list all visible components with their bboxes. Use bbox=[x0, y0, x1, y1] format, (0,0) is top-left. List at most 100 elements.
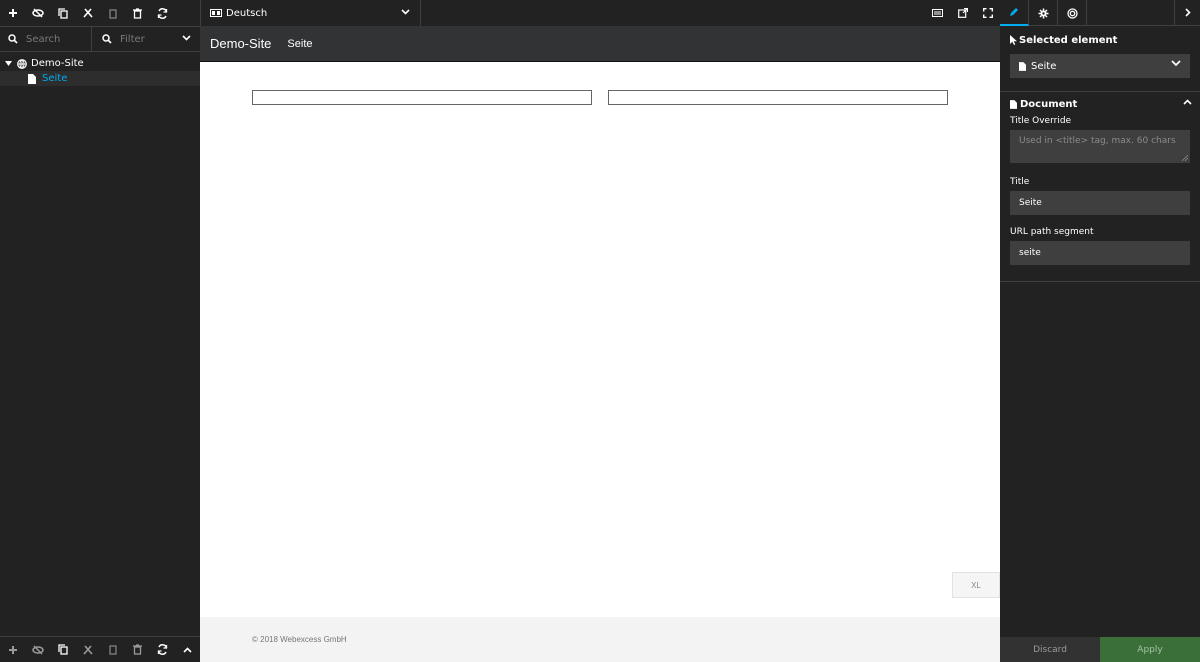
open-in-new-window-button[interactable] bbox=[950, 0, 975, 26]
copy-icon bbox=[57, 644, 68, 655]
search-input[interactable]: Search bbox=[0, 27, 92, 51]
copy-content-button[interactable] bbox=[50, 637, 75, 662]
topbar-actions bbox=[925, 0, 1000, 26]
clipboard-icon bbox=[108, 644, 117, 655]
tree-node-label: Seite bbox=[42, 73, 68, 84]
selected-element-section: Selected element Seite bbox=[1000, 28, 1200, 78]
cut-node-button[interactable] bbox=[75, 0, 100, 26]
edit-preview-mode-button[interactable] bbox=[925, 0, 950, 26]
scissors-icon bbox=[82, 8, 93, 18]
fullscreen-button[interactable] bbox=[975, 0, 1000, 26]
footer-copyright: © 2018 Webexcess GmbH bbox=[252, 635, 347, 644]
language-icon bbox=[210, 9, 222, 17]
tab-settings[interactable] bbox=[1029, 0, 1058, 26]
inspector-actions: Discard Apply bbox=[1000, 637, 1200, 662]
target-icon bbox=[1066, 7, 1078, 19]
collapse-inspector-button[interactable] bbox=[1175, 0, 1200, 25]
content-collection-left[interactable] bbox=[252, 90, 592, 105]
hide-content-button[interactable] bbox=[25, 637, 50, 662]
title-override-label: Title Override bbox=[1010, 116, 1072, 126]
delete-content-button[interactable] bbox=[125, 637, 150, 662]
refresh-content-button[interactable] bbox=[150, 637, 175, 662]
plus-icon bbox=[8, 645, 18, 655]
apply-button[interactable]: Apply bbox=[1100, 637, 1200, 662]
copy-icon bbox=[57, 7, 68, 19]
language-dimension-select[interactable]: Deutsch bbox=[201, 0, 421, 26]
refresh-icon bbox=[157, 644, 168, 655]
tab-content[interactable] bbox=[1000, 0, 1029, 26]
gear-icon bbox=[1038, 8, 1049, 19]
file-icon bbox=[1010, 99, 1017, 109]
document-properties: Title Override Used in <title> tag, max.… bbox=[1000, 116, 1200, 265]
title-override-placeholder: Used in <title> tag, max. 60 chars bbox=[1019, 136, 1176, 146]
trash-icon bbox=[133, 644, 142, 655]
expand-icon bbox=[982, 8, 993, 18]
refresh-tree-button[interactable] bbox=[150, 0, 175, 26]
tree-node-root[interactable]: Demo-Site bbox=[0, 56, 200, 71]
selected-element-heading: Selected element bbox=[1010, 28, 1190, 52]
dimension-label: Deutsch bbox=[226, 7, 268, 19]
delete-node-button[interactable] bbox=[125, 0, 150, 26]
title-label: Title bbox=[1010, 177, 1030, 187]
paste-node-button[interactable] bbox=[100, 0, 125, 26]
resize-handle-icon[interactable] bbox=[1182, 155, 1188, 161]
title-override-textarea[interactable]: Used in <title> tag, max. 60 chars bbox=[1010, 130, 1190, 163]
title-input[interactable]: Seite bbox=[1010, 191, 1190, 215]
toggle-content-tree-button[interactable] bbox=[175, 637, 200, 662]
url-path-input[interactable]: seite bbox=[1010, 241, 1190, 265]
eye-slash-icon bbox=[31, 8, 44, 18]
inspector-panel: Selected element Seite Document Title Ov… bbox=[1000, 0, 1200, 662]
discard-button[interactable]: Discard bbox=[1000, 637, 1100, 662]
filter-search-icon bbox=[102, 34, 112, 44]
chevron-right-icon bbox=[1184, 8, 1191, 17]
tab-seo[interactable] bbox=[1058, 0, 1087, 26]
content-collection-right[interactable] bbox=[608, 90, 948, 105]
top-bar: Deutsch bbox=[200, 0, 1000, 26]
keyboard-icon bbox=[932, 9, 943, 17]
site-name[interactable]: Demo-Site bbox=[210, 36, 271, 51]
tree-node-page[interactable]: Seite bbox=[0, 71, 200, 86]
refresh-icon bbox=[157, 7, 168, 19]
filter-select[interactable]: Filter bbox=[92, 27, 200, 51]
url-label: URL path segment bbox=[1010, 227, 1094, 237]
filter-placeholder: Filter bbox=[120, 33, 145, 45]
caret-down-icon[interactable] bbox=[5, 61, 12, 66]
add-content-button[interactable] bbox=[0, 637, 25, 662]
title-value: Seite bbox=[1019, 198, 1042, 208]
add-node-button[interactable] bbox=[0, 0, 25, 26]
eye-slash-icon bbox=[31, 644, 44, 655]
tree-node-label: Demo-Site bbox=[31, 58, 84, 69]
content-canvas: Demo-Site Seite XL © 2018 Webexcess GmbH bbox=[200, 26, 1000, 662]
chevron-down-icon bbox=[401, 9, 410, 15]
clipboard-icon bbox=[108, 8, 117, 19]
group-title: Document bbox=[1020, 98, 1078, 110]
search-placeholder: Search bbox=[26, 33, 61, 45]
trash-icon bbox=[133, 7, 142, 19]
pencil-icon bbox=[1009, 7, 1019, 17]
site-nav-item[interactable]: Seite bbox=[287, 38, 312, 50]
site-footer: © 2018 Webexcess GmbH bbox=[200, 617, 1000, 662]
external-link-icon bbox=[957, 8, 968, 18]
file-icon bbox=[1019, 61, 1026, 71]
document-tree-panel: Search Filter Demo-Site Seite bbox=[0, 0, 200, 662]
paste-content-button[interactable] bbox=[100, 637, 125, 662]
cut-content-button[interactable] bbox=[75, 637, 100, 662]
neos-backend: Search Filter Demo-Site Seite Deutsch De… bbox=[0, 0, 1200, 662]
tab-spacer bbox=[1087, 0, 1175, 25]
inspector-tabs bbox=[1000, 0, 1200, 26]
chevron-down-icon bbox=[1171, 60, 1181, 67]
selected-element-select[interactable]: Seite bbox=[1010, 54, 1190, 78]
breakpoint-badge: XL bbox=[952, 572, 1000, 598]
document-group-header[interactable]: Document bbox=[1000, 92, 1200, 116]
globe-icon bbox=[17, 58, 27, 69]
document-tree: Demo-Site Seite bbox=[0, 52, 200, 86]
copy-node-button[interactable] bbox=[50, 0, 75, 26]
search-icon bbox=[8, 34, 18, 44]
inspector-bottom-divider bbox=[1000, 281, 1200, 282]
chevron-up-icon bbox=[183, 646, 192, 653]
plus-icon bbox=[8, 8, 18, 18]
hide-node-button[interactable] bbox=[25, 0, 50, 26]
selected-element-value: Seite bbox=[1031, 60, 1057, 72]
chevron-up-icon bbox=[1183, 99, 1192, 105]
bottom-tree-toolbar bbox=[0, 636, 200, 662]
